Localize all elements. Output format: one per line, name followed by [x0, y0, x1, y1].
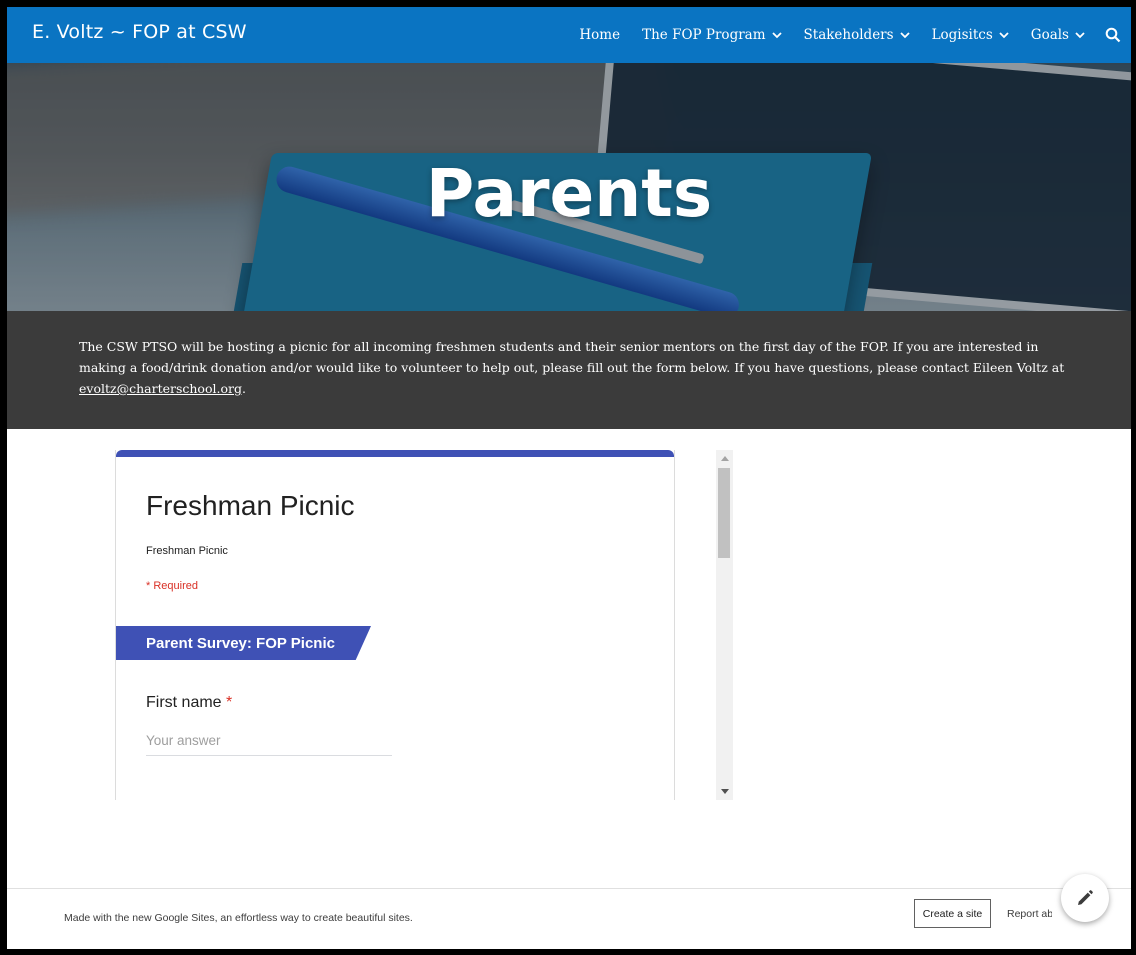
nav-item-goals[interactable]: Goals — [1031, 27, 1085, 43]
main-nav: Home The FOP Program Stakeholders Logisi… — [557, 7, 1121, 63]
footer-text: Made with the new Google Sites, an effor… — [64, 912, 413, 924]
nav-item-stakeholders[interactable]: Stakeholders — [804, 27, 910, 43]
question-label: First name * — [146, 694, 232, 712]
description-text: The CSW PTSO will be hosting a picnic fo… — [79, 336, 1069, 399]
nav-item-label: Logisitcs — [931, 27, 993, 43]
chevron-down-icon — [999, 31, 1009, 38]
nav-item-label: Home — [579, 27, 621, 43]
chevron-down-icon — [899, 31, 910, 38]
form-title: Freshman Picnic — [146, 490, 355, 521]
search-icon[interactable] — [1105, 27, 1121, 43]
chevron-down-icon — [771, 31, 782, 38]
edit-button[interactable] — [1061, 874, 1109, 922]
page-title: Parents — [425, 155, 713, 232]
section-title: Parent Survey: FOP Picnic — [146, 635, 335, 652]
scroll-up-arrow-icon[interactable] — [721, 456, 729, 461]
page: E. Voltz ~ FOP at CSW Home The FOP Progr… — [7, 7, 1131, 949]
nav-item-label: Stakeholders — [803, 27, 894, 43]
report-abuse-link[interactable]: Report abuse — [1007, 908, 1052, 920]
scroll-down-arrow-icon[interactable] — [721, 789, 729, 794]
pencil-icon — [1078, 890, 1093, 905]
description-band: The CSW PTSO will be hosting a picnic fo… — [7, 311, 1131, 429]
form-scrollbar[interactable] — [716, 450, 733, 800]
section-header: Parent Survey: FOP Picnic — [116, 626, 371, 660]
question-text: First name — [146, 694, 222, 711]
contact-email-link[interactable]: evoltz@charterschool.org — [79, 381, 242, 396]
form-accent-bar — [116, 450, 674, 457]
description-end: . — [241, 381, 246, 396]
first-name-input[interactable]: Your answer — [146, 733, 392, 756]
footer: Made with the new Google Sites, an effor… — [7, 888, 1131, 949]
required-note: * Required — [146, 580, 198, 592]
site-title[interactable]: E. Voltz ~ FOP at CSW — [32, 21, 247, 43]
embedded-form: Freshman Picnic Freshman Picnic * Requir… — [115, 450, 675, 800]
scroll-thumb[interactable] — [718, 468, 730, 558]
nav-item-logistics[interactable]: Logisitcs — [932, 27, 1009, 43]
nav-item-home[interactable]: Home — [579, 27, 620, 43]
nav-item-label: Goals — [1030, 27, 1069, 43]
form-description: Freshman Picnic — [146, 545, 228, 557]
top-nav-bar: E. Voltz ~ FOP at CSW Home The FOP Progr… — [7, 7, 1131, 63]
create-site-button[interactable]: Create a site — [914, 899, 991, 928]
hero-banner: Parents — [7, 63, 1131, 311]
required-star: * — [226, 694, 233, 711]
description-body: The CSW PTSO will be hosting a picnic fo… — [79, 339, 1065, 375]
nav-item-label: The FOP Program — [642, 27, 766, 43]
chevron-down-icon — [1075, 31, 1085, 38]
nav-item-fop-program[interactable]: The FOP Program — [642, 27, 782, 43]
